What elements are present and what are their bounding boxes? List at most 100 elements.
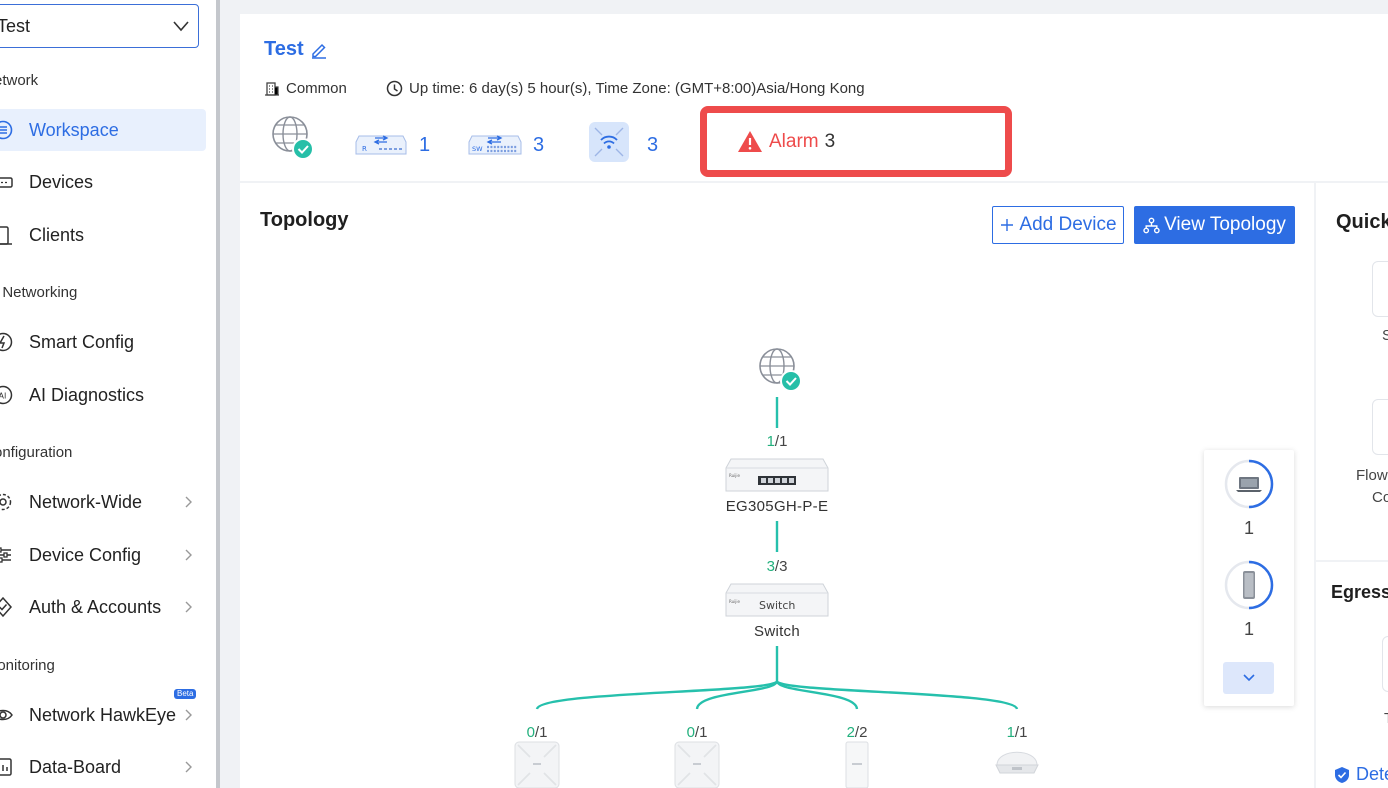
building-icon xyxy=(265,81,279,96)
sidebar-item-data-board[interactable]: Data-Board xyxy=(0,746,206,788)
sidebar-item-workspace[interactable]: Workspace xyxy=(0,109,206,151)
detect-link[interactable]: Dete xyxy=(1334,764,1388,785)
phone-client-count: 1 xyxy=(1243,619,1254,639)
gateway-device-icon[interactable]: Ruijie xyxy=(725,458,829,492)
internet-globe-icon[interactable] xyxy=(270,114,316,162)
alarm-indicator[interactable]: Alarm 3 xyxy=(700,106,1012,177)
quick-tile-label: Flow xyxy=(1356,467,1388,484)
sidebar-item-label: Auth & Accounts xyxy=(29,596,162,617)
chevron-down-icon xyxy=(173,21,189,32)
sliders-icon xyxy=(0,544,14,566)
chevron-down-icon xyxy=(1242,674,1255,682)
svg-text:R: R xyxy=(362,145,367,153)
quick-tile[interactable] xyxy=(1372,399,1388,455)
ports-total: /1 xyxy=(534,724,548,741)
internet-node-icon[interactable] xyxy=(755,346,805,394)
devices-icon xyxy=(0,171,14,193)
detect-label: Dete xyxy=(1356,764,1388,784)
sidebar-item-label: AI Diagnostics xyxy=(29,384,145,405)
chevron-right-icon xyxy=(185,601,192,613)
site-select[interactable]: Test xyxy=(0,4,199,48)
router-count[interactable]: 1 xyxy=(419,134,430,157)
workspace-icon xyxy=(0,119,14,141)
sidebar-item-label: Network HawkEye xyxy=(29,704,177,725)
clients-icon xyxy=(0,224,14,246)
quick-tile-label: S xyxy=(1382,327,1388,344)
sidebar-item-devices[interactable]: Devices xyxy=(0,161,206,203)
topology-card: Topology Add Device View Topology 1/1 Ru… xyxy=(240,183,1314,788)
egress-tile[interactable] xyxy=(1382,636,1388,692)
eye-icon xyxy=(0,704,14,726)
edit-icon[interactable] xyxy=(310,41,328,59)
egress-card: Egress T Dete xyxy=(1316,562,1388,788)
gateway-brand-text: Ruijie xyxy=(729,473,740,478)
chevron-right-icon xyxy=(185,709,192,721)
gear-icon xyxy=(0,491,14,513)
ap-port-status: 1/1 xyxy=(1007,724,1028,741)
section-title-ai-networking: I Networking xyxy=(0,284,78,301)
uptime-text: Up time: 6 day(s) 5 hour(s), Time Zone: … xyxy=(409,80,865,97)
site-name: Test xyxy=(264,38,304,60)
clock-icon xyxy=(386,80,403,97)
sidebar: Test etwork Workspace Devices Clients I … xyxy=(0,0,216,788)
alarm-count: 3 xyxy=(824,130,836,152)
shield-check-icon xyxy=(1335,766,1349,783)
sidebar-item-network-wide[interactable]: Network-Wide xyxy=(0,481,206,523)
quick-access-card: Quick S Flow Co xyxy=(1316,183,1388,560)
ap-port-status: 0/1 xyxy=(527,724,548,741)
sidebar-item-device-config[interactable]: Device Config xyxy=(0,534,206,576)
chevron-right-icon xyxy=(185,761,192,773)
quick-tile-label: Co xyxy=(1372,489,1388,506)
switch-brand-text: Ruijie xyxy=(729,599,740,604)
switch-count[interactable]: 3 xyxy=(533,134,544,157)
expand-clients-button[interactable] xyxy=(1223,662,1274,694)
router-icon[interactable]: R xyxy=(355,130,407,156)
sidebar-item-label: Devices xyxy=(29,171,94,192)
site-uptime: Up time: 6 day(s) 5 hour(s), Time Zone: … xyxy=(386,80,865,97)
ceiling-ap-icon[interactable] xyxy=(514,741,560,788)
site-group-label: Common xyxy=(286,80,347,97)
ports-total: /3 xyxy=(774,558,788,575)
warning-triangle-icon xyxy=(738,131,762,152)
switch-name[interactable]: Switch xyxy=(754,623,800,640)
client-summary-panel: 1 1 xyxy=(1204,450,1294,706)
sidebar-item-smart-config[interactable]: Smart Config xyxy=(0,321,206,363)
chevron-right-icon xyxy=(185,549,192,561)
dome-ap-icon[interactable] xyxy=(994,743,1040,783)
gutter xyxy=(220,0,240,788)
ap-count[interactable]: 3 xyxy=(647,134,658,157)
sidebar-item-network-hawkeye[interactable]: Network HawkEye xyxy=(0,694,206,736)
ports-total: /1 xyxy=(694,724,708,741)
ap-port-status: 2/2 xyxy=(847,724,868,741)
sidebar-item-auth-accounts[interactable]: Auth & Accounts xyxy=(0,586,206,628)
alarm-label: Alarm xyxy=(769,130,819,152)
ports-total: /1 xyxy=(1014,724,1028,741)
sidebar-item-ai-diagnostics[interactable]: AI AI Diagnostics xyxy=(0,374,206,416)
site-title: Test xyxy=(264,38,328,61)
beta-badge: Beta xyxy=(174,689,197,699)
quick-title: Quick xyxy=(1336,211,1388,233)
outdoor-ap-icon[interactable] xyxy=(845,741,869,788)
dashboard-icon xyxy=(0,756,14,778)
site-group: Common xyxy=(264,80,347,97)
svg-text:SW: SW xyxy=(472,145,483,153)
sidebar-item-label: Device Config xyxy=(29,544,142,565)
laptop-client-icon[interactable] xyxy=(1224,459,1274,509)
switch-icon[interactable]: SW xyxy=(468,130,522,156)
quick-tile[interactable] xyxy=(1372,261,1388,317)
sidebar-item-clients[interactable]: Clients xyxy=(0,214,206,256)
ceiling-ap-icon[interactable] xyxy=(674,741,720,788)
ap-port-status: 0/1 xyxy=(687,724,708,741)
ports-total: /1 xyxy=(774,433,788,450)
egress-tile-label: T xyxy=(1384,710,1388,727)
section-title-configuration: onfiguration xyxy=(0,444,73,461)
sidebar-item-label: Clients xyxy=(29,224,85,245)
switch-device-icon[interactable]: Switch Ruijie xyxy=(725,583,829,617)
shield-check-icon xyxy=(0,596,14,618)
ports-total: /2 xyxy=(854,724,868,741)
wifi-ap-icon[interactable] xyxy=(589,122,629,162)
sidebar-item-label: Data-Board xyxy=(29,756,122,777)
gateway-name[interactable]: EG305GH-P-E xyxy=(726,498,829,515)
site-select-value: Test xyxy=(0,15,31,36)
phone-client-icon[interactable] xyxy=(1224,560,1274,610)
